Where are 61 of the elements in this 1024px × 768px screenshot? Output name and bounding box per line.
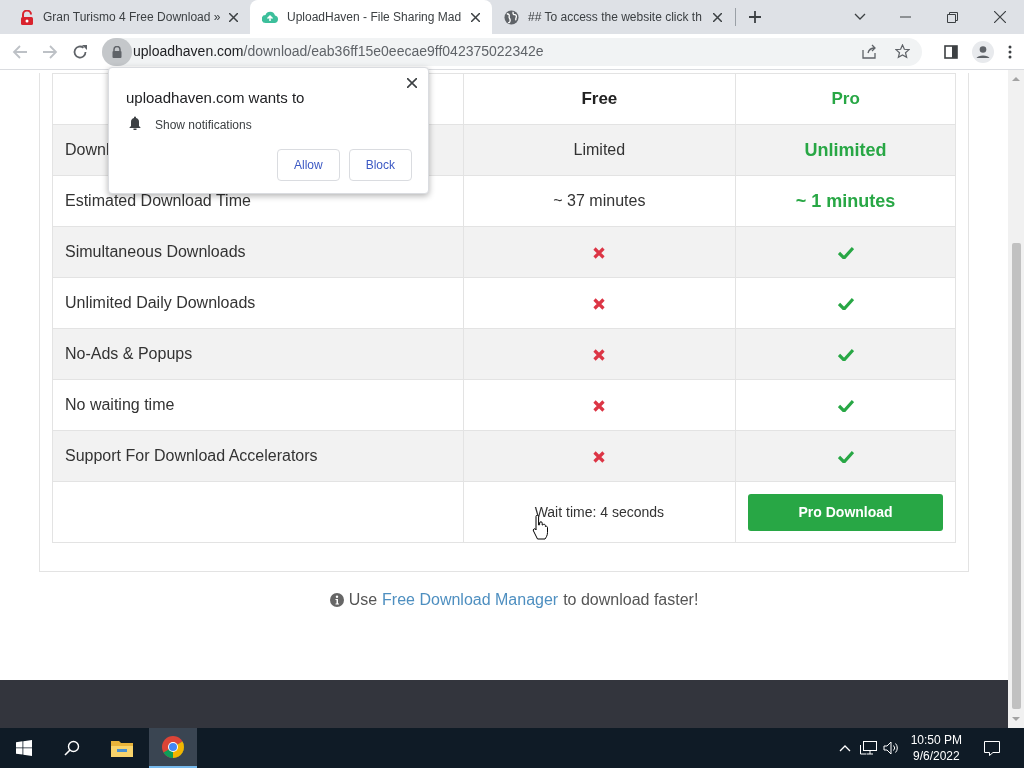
feature-label: Support For Download Accelerators: [65, 447, 318, 464]
feature-label: Unlimited Daily Downloads: [65, 294, 256, 311]
windows-start-icon[interactable]: [16, 740, 32, 756]
plan-value: ~ 1 minutes: [795, 190, 896, 211]
tab-title: Gran Turismo 4 Free Download »: [43, 9, 220, 26]
feature-label: No waiting time: [65, 396, 175, 413]
volume-icon[interactable]: [882, 741, 899, 755]
wait-time-text: Wait time: 4 seconds: [534, 504, 665, 520]
close-icon[interactable]: [713, 12, 722, 22]
browser-tab[interactable]: UploadHaven - File Sharing Mad: [250, 0, 492, 34]
new-tab-icon[interactable]: [748, 10, 762, 24]
download-manager-link[interactable]: Free Download Manager: [382, 588, 559, 612]
lock-icon: [20, 9, 34, 25]
browser-tab[interactable]: Gran Turismo 4 Free Download »: [8, 0, 250, 34]
permission-button[interactable]: Block: [348, 149, 412, 181]
profile-icon[interactable]: [972, 40, 994, 63]
hand-cursor-icon: [532, 515, 548, 540]
close-icon[interactable]: [994, 11, 1006, 23]
restore-icon[interactable]: [947, 11, 958, 23]
chrome-icon: [162, 736, 184, 758]
address-bar[interactable]: uploadhaven.com/download/eab36ff15e0eecae9ff042375022342e: [102, 37, 922, 66]
notification-icon[interactable]: [984, 740, 1000, 756]
permission-button[interactable]: Allow: [276, 149, 340, 181]
feature-label: No-Ads & Popups: [65, 345, 193, 362]
reload-icon[interactable]: [72, 43, 88, 60]
side-panel-icon[interactable]: [944, 44, 958, 59]
taskbar-app[interactable]: [149, 728, 197, 768]
close-icon[interactable]: [229, 12, 238, 22]
plan-value: Unlimited: [804, 139, 887, 160]
tip-text: Use: [348, 590, 378, 610]
chevron-down-icon[interactable]: [854, 13, 866, 21]
permission-text: Show notifications: [155, 117, 252, 134]
cloud-icon: [262, 10, 278, 24]
network-icon[interactable]: [859, 741, 877, 755]
browser-tab[interactable]: ## To access the website click th: [492, 0, 734, 34]
column-header: Pro: [735, 73, 956, 125]
feature-label: Downl: [65, 141, 110, 158]
plan-value: Limited: [573, 141, 626, 158]
lock-icon[interactable]: [112, 45, 122, 58]
chevron-up-icon[interactable]: [838, 744, 851, 752]
tab-title: ## To access the website click th: [528, 9, 703, 26]
close-icon[interactable]: [407, 78, 417, 88]
bell-icon: [129, 116, 141, 130]
search-icon[interactable]: [64, 740, 80, 756]
feature-label: Estimated Download Time: [65, 192, 251, 209]
clock-time: 10:50 PM: [910, 732, 962, 748]
star-icon[interactable]: [895, 44, 910, 59]
feature-label: Simultaneous Downloads: [65, 243, 246, 260]
menu-icon[interactable]: [1008, 44, 1012, 59]
popup-title: uploadhaven.com wants to: [126, 88, 305, 108]
plan-value: ~ 37 minutes: [553, 192, 646, 209]
close-icon[interactable]: [471, 12, 480, 22]
globe-icon: [504, 9, 519, 25]
tab-title: UploadHaven - File Sharing Mad: [287, 9, 462, 26]
folder-icon[interactable]: [111, 739, 133, 757]
share-icon[interactable]: [862, 44, 877, 59]
info-icon: [329, 593, 344, 607]
url-text: uploadhaven.com/download/eab36ff15e0eecae9ff042375022342e: [133, 42, 544, 61]
tip-text: to download faster!: [563, 590, 699, 610]
clock[interactable]: 10:50 PM 9/6/2022: [910, 732, 962, 764]
column-header: Free: [463, 73, 736, 125]
